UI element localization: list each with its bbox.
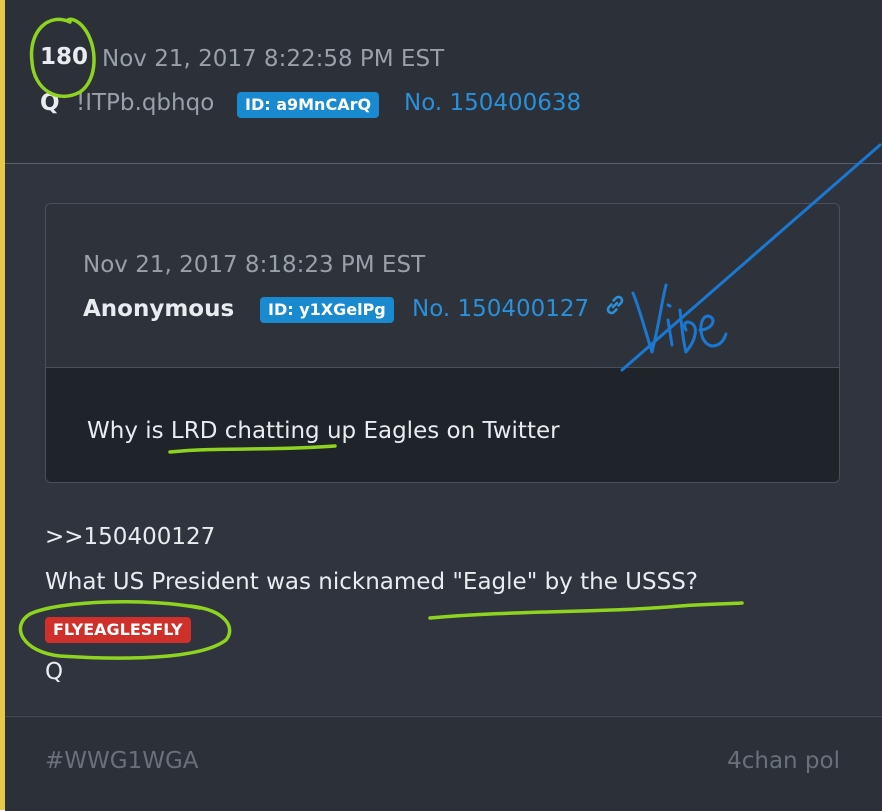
quoted-post-author: Anonymous: [83, 296, 235, 322]
post-header: [5, 0, 882, 164]
reply-quote-link[interactable]: >>150400127: [45, 524, 215, 550]
quoted-post-text: Why is LRD chatting up Eagles on Twitter: [87, 418, 560, 444]
footer-source: 4chan pol: [727, 748, 840, 774]
quoted-post: Nov 21, 2017 8:18:23 PM EST Anonymous ID…: [45, 203, 840, 483]
quoted-id-badge[interactable]: ID: y1XGelPg: [260, 297, 394, 323]
post-author: Q: [40, 90, 60, 116]
post-signature: Q: [45, 659, 64, 685]
post-tripcode: !ITPb.qbhqo: [76, 90, 215, 116]
quoted-post-body: Why is LRD chatting up Eagles on Twitter: [46, 368, 839, 482]
post-message: What US President was nicknamed "Eagle" …: [45, 569, 699, 595]
post-number[interactable]: 180: [40, 44, 88, 70]
post-number-link[interactable]: No. 150400638: [404, 90, 581, 116]
flag-badge: FLYEAGLESFLY: [45, 617, 191, 643]
post-id-badge[interactable]: ID: a9MnCArQ: [237, 92, 380, 118]
footer-hashtag: #WWG1WGA: [45, 748, 199, 774]
quoted-post-number-link[interactable]: No. 150400127: [412, 296, 589, 322]
quoted-post-date: Nov 21, 2017 8:18:23 PM EST: [83, 252, 426, 278]
post-date: Nov 21, 2017 8:22:58 PM EST: [102, 46, 445, 72]
link-icon[interactable]: [602, 292, 628, 322]
quoted-post-header: Nov 21, 2017 8:18:23 PM EST Anonymous ID…: [46, 204, 839, 368]
